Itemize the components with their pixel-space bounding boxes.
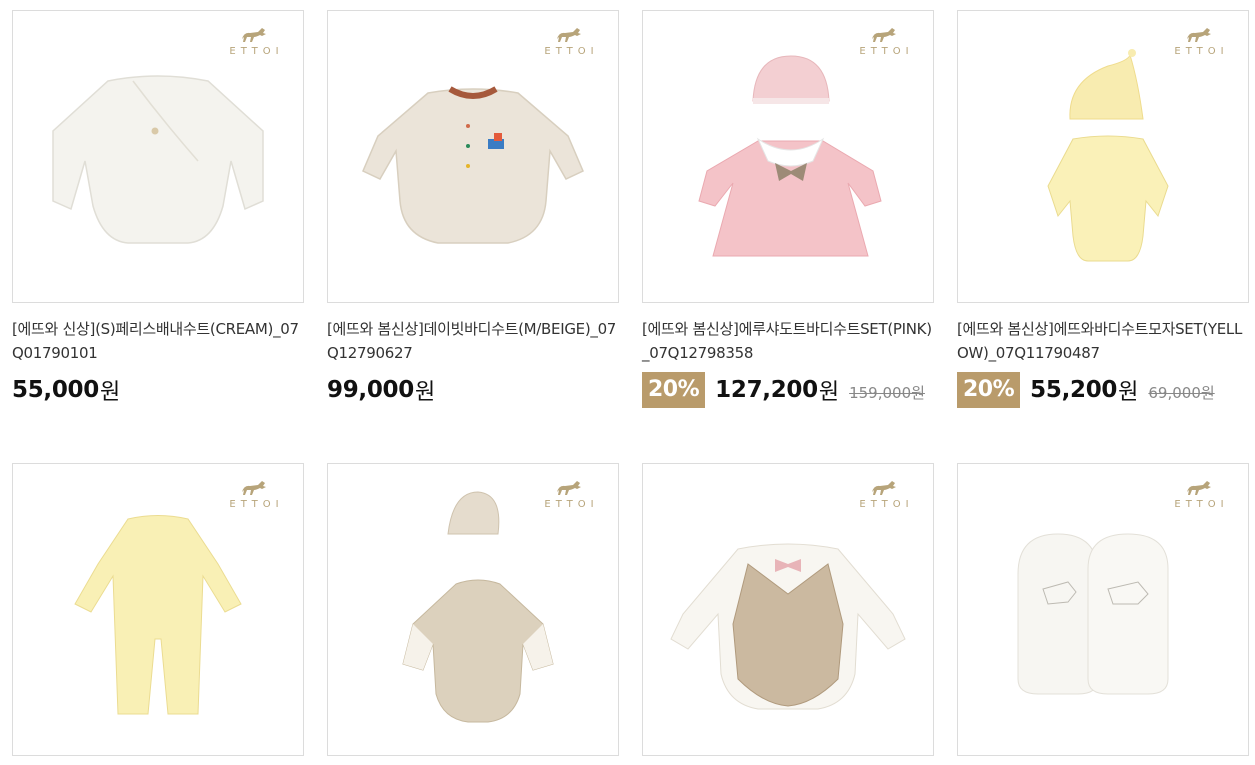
currency-label: 원: [414, 380, 436, 405]
ettoi-logo: ETTOI: [536, 25, 602, 57]
currency-label: 원: [1118, 380, 1139, 405]
ettoi-logo: ETTOI: [221, 25, 287, 57]
product-thumbnail[interactable]: ETTOI: [642, 463, 934, 756]
product-title[interactable]: [에뜨와 신상](S)페리스배내수트(CREAM)_07Q01790101: [12, 317, 304, 365]
product-thumbnail[interactable]: ETTOI: [12, 10, 304, 303]
ettoi-logo: ETTOI: [1166, 478, 1232, 510]
product-thumbnail[interactable]: ETTOI: [957, 463, 1249, 756]
ettoi-logo: ETTOI: [221, 478, 287, 510]
product-title[interactable]: [에뜨와 봄신상]에루샤도트바디수트SET(PINK)_07Q12798358: [642, 317, 934, 365]
sale-price: 55,000: [12, 377, 99, 403]
discount-badge: 20%: [957, 372, 1021, 408]
price-line: 99,000 원: [327, 372, 435, 408]
sale-price: 55,200: [1030, 377, 1118, 403]
original-price: 69,000원: [1148, 383, 1215, 402]
product-thumbnail[interactable]: ETTOI: [12, 463, 304, 756]
product-title[interactable]: [에뜨와 봄신상]에뜨와바디수트모자SET(YELLOW)_07Q1179048…: [957, 317, 1249, 365]
ettoi-logo: ETTOI: [851, 25, 917, 57]
ettoi-logo: ETTOI: [851, 478, 917, 510]
price-line: 20% 127,200 원 159,000원: [642, 372, 925, 408]
sale-price: 127,200: [715, 377, 818, 403]
ettoi-logo: ETTOI: [536, 478, 602, 510]
product-thumbnail[interactable]: ETTOI: [642, 10, 934, 303]
ettoi-logo: ETTOI: [1166, 25, 1232, 57]
product-thumbnail[interactable]: ETTOI: [327, 10, 619, 303]
price-line: 20% 55,200 원 69,000원: [957, 372, 1215, 408]
original-price: 159,000원: [849, 383, 925, 402]
price-line: 55,000 원: [12, 372, 120, 408]
currency-label: 원: [99, 380, 121, 405]
sale-price: 99,000: [327, 377, 414, 403]
product-title[interactable]: [에뜨와 봄신상]데이빗바디수트(M/BEIGE)_07Q12790627: [327, 317, 619, 365]
product-thumbnail[interactable]: ETTOI: [957, 10, 1249, 303]
currency-label: 원: [818, 380, 840, 405]
product-thumbnail[interactable]: ETTOI: [327, 463, 619, 756]
discount-badge: 20%: [642, 372, 706, 408]
